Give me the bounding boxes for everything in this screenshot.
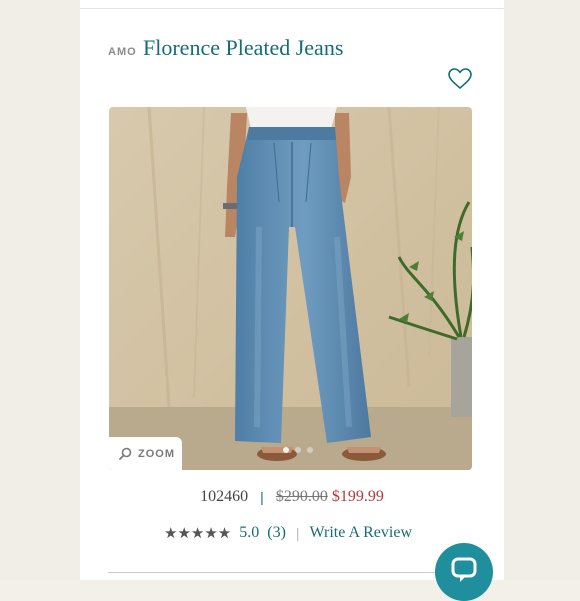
product-image[interactable]: ZOOM [109,107,472,470]
carousel-dot[interactable] [295,447,301,453]
price-group: $290.00 $199.99 [276,488,384,506]
left-margin [0,0,80,580]
right-margin [504,0,580,580]
price-row: 102460 | $290.00 $199.99 [80,488,504,506]
price-separator: | [260,489,264,505]
zoom-label: ZOOM [138,447,175,460]
sale-price: $199.99 [331,488,384,505]
star-rating-icon: ★★★★★ [164,524,232,542]
top-divider [80,8,504,9]
wishlist-heart-icon[interactable] [447,66,473,92]
review-separator: | [295,525,300,541]
magnifier-icon [119,447,132,460]
brand-name: AMO [108,46,137,58]
sku-number: 102460 [200,488,249,505]
chat-bubble-icon [451,557,477,582]
bottom-divider [108,572,472,573]
carousel-dot[interactable] [283,447,289,453]
carousel-dots [283,447,313,453]
original-price: $290.00 [275,488,328,505]
product-title: Florence Pleated Jeans [143,35,344,60]
rating-row: ★★★★★ 5.0 (3) | Write A Review [164,524,412,542]
write-review-link[interactable]: Write A Review [310,524,412,542]
product-card: AMO Florence Pleated Jeans ZOOM 102460 |… [80,0,504,580]
carousel-dot[interactable] [307,447,313,453]
zoom-button[interactable]: ZOOM [109,437,182,470]
chat-button[interactable] [435,543,493,601]
review-count[interactable]: (3) [267,524,286,542]
rating-score[interactable]: 5.0 [239,524,259,542]
